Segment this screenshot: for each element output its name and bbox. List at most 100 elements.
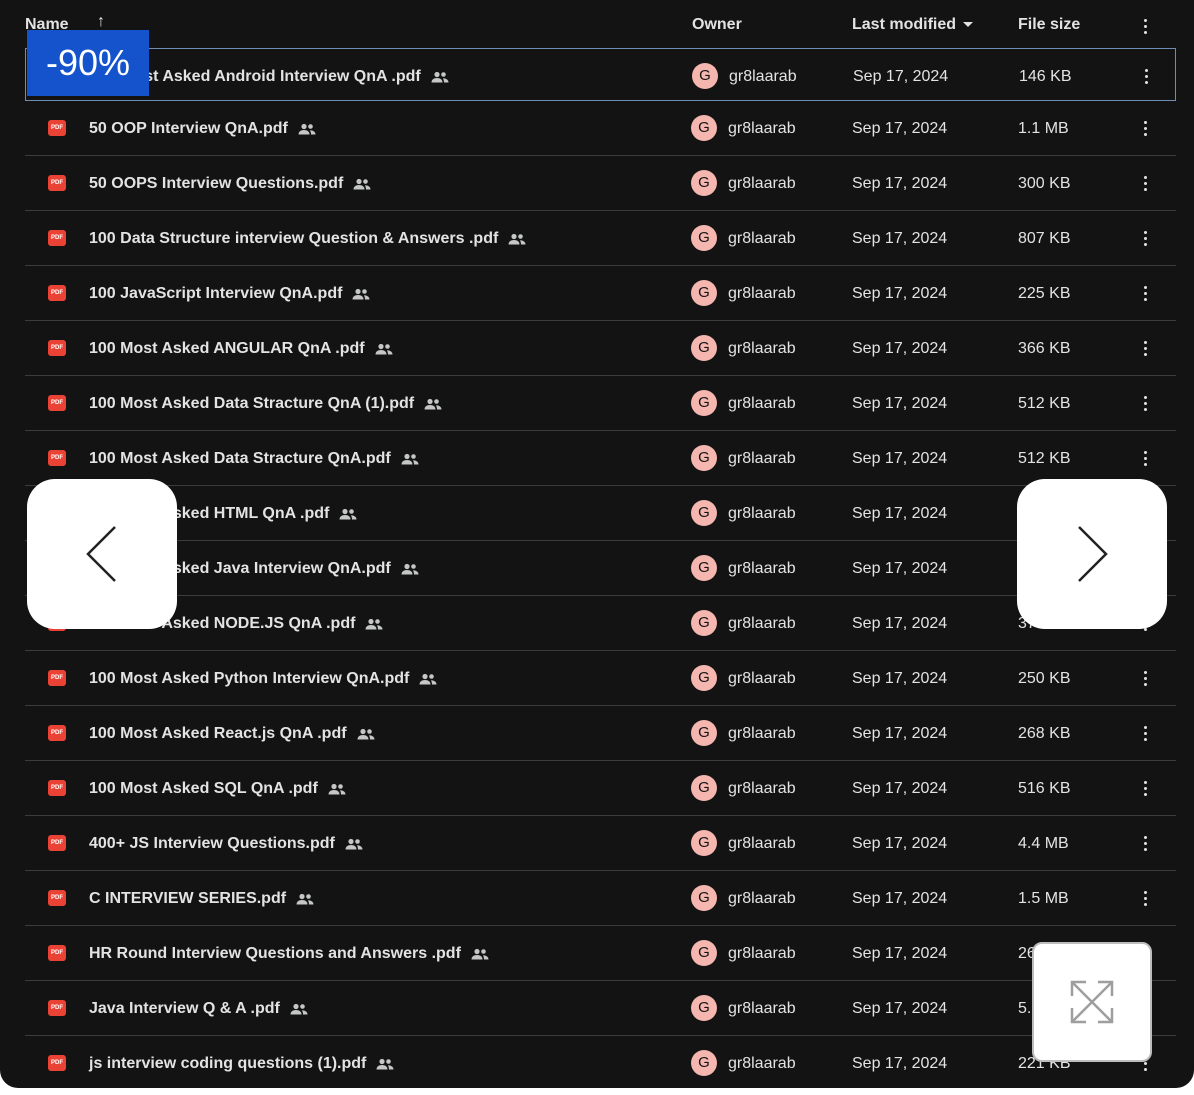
avatar[interactable]: G xyxy=(691,775,717,801)
header-more-vert-icon[interactable] xyxy=(1137,16,1153,36)
file-row[interactable]: PDF 100 Most Asked React.js QnA .pdf G g… xyxy=(25,706,1176,761)
owner-name: gr8laarab xyxy=(728,175,796,192)
file-size: 512 KB xyxy=(1018,395,1071,412)
file-row[interactable]: PDF 100 Most Asked Android Interview QnA… xyxy=(25,48,1176,101)
file-row[interactable]: PDF 100 JavaScript Interview QnA.pdf G g… xyxy=(25,266,1176,321)
avatar[interactable]: G xyxy=(691,610,717,636)
file-row[interactable]: PDF 50 OOP Interview QnA.pdf G gr8laarab… xyxy=(25,101,1176,156)
shared-people-icon xyxy=(508,232,526,250)
more-vert-icon[interactable] xyxy=(1137,723,1153,743)
avatar[interactable]: G xyxy=(691,170,717,196)
avatar[interactable]: G xyxy=(691,390,717,416)
file-row[interactable]: PDF 100 Most Asked Data Stracture QnA.pd… xyxy=(25,431,1176,486)
file-size: 366 KB xyxy=(1018,340,1071,357)
file-size: 5. xyxy=(1018,1000,1032,1017)
column-header-owner[interactable]: Owner xyxy=(692,16,742,34)
last-modified-date: Sep 17, 2024 xyxy=(852,120,948,137)
shared-people-icon xyxy=(296,892,314,910)
owner-name: gr8laarab xyxy=(728,340,796,357)
column-header-file-size[interactable]: File size xyxy=(1018,16,1080,34)
avatar[interactable]: G xyxy=(691,225,717,251)
shared-people-icon xyxy=(376,1057,394,1075)
pdf-icon: PDF xyxy=(48,890,66,906)
pdf-icon: PDF xyxy=(48,725,66,741)
avatar[interactable]: G xyxy=(691,995,717,1021)
avatar[interactable]: G xyxy=(691,1050,717,1076)
file-row[interactable]: PDF 100 Most Asked ANGULAR QnA .pdf G gr… xyxy=(25,321,1176,376)
more-vert-icon[interactable] xyxy=(1137,833,1153,853)
more-vert-icon[interactable] xyxy=(1137,338,1153,358)
avatar[interactable]: G xyxy=(691,335,717,361)
avatar[interactable]: G xyxy=(691,500,717,526)
more-vert-icon[interactable] xyxy=(1137,668,1153,688)
next-button[interactable] xyxy=(1017,479,1167,629)
last-modified-date: Sep 17, 2024 xyxy=(852,450,948,467)
owner-name: gr8laarab xyxy=(728,230,796,247)
more-vert-icon[interactable] xyxy=(1137,228,1153,248)
sort-arrow-icon[interactable]: ↑ xyxy=(97,13,105,31)
file-name-text: 100 Data Structure interview Question & … xyxy=(89,230,499,247)
file-name-text: 100 Most Asked Python Interview QnA.pdf xyxy=(89,670,410,687)
file-row[interactable]: PDF Java Interview Q & A .pdf G gr8laara… xyxy=(25,981,1176,1036)
file-row[interactable]: PDF C INTERVIEW SERIES.pdf G gr8laarab S… xyxy=(25,871,1176,926)
expand-arrows-icon xyxy=(1070,980,1114,1024)
more-vert-icon[interactable] xyxy=(1137,778,1153,798)
file-name: 400+ JS Interview Questions.pdf xyxy=(89,835,363,855)
owner-name: gr8laarab xyxy=(728,945,796,962)
file-name: Java Interview Q & A .pdf xyxy=(89,1000,308,1020)
file-row[interactable]: PDF 50 OOPS Interview Questions.pdf G gr… xyxy=(25,156,1176,211)
more-vert-icon[interactable] xyxy=(1137,888,1153,908)
more-vert-icon[interactable] xyxy=(1137,448,1153,468)
expand-button[interactable] xyxy=(1032,942,1152,1062)
avatar[interactable]: G xyxy=(691,830,717,856)
file-row[interactable]: PDF 100 Most Asked NODE.JS QnA .pdf G gr… xyxy=(25,596,1176,651)
file-row[interactable]: PDF HR Round Interview Questions and Ans… xyxy=(25,926,1176,981)
file-row[interactable]: PDF 100 Most Asked HTML QnA .pdf G gr8la… xyxy=(25,486,1176,541)
file-row[interactable]: PDF 100 Most Asked Data Stracture QnA (1… xyxy=(25,376,1176,431)
file-row[interactable]: PDF 100 Most Asked SQL QnA .pdf G gr8laa… xyxy=(25,761,1176,816)
file-name-text: 100 JavaScript Interview QnA.pdf xyxy=(89,285,343,302)
chevron-left-icon xyxy=(86,526,116,582)
file-size: 146 KB xyxy=(1019,68,1072,85)
more-vert-icon[interactable] xyxy=(1138,66,1154,86)
avatar[interactable]: G xyxy=(691,940,717,966)
file-row[interactable]: PDF 100 Data Structure interview Questio… xyxy=(25,211,1176,266)
more-vert-icon[interactable] xyxy=(1137,393,1153,413)
pdf-icon: PDF xyxy=(48,340,66,356)
owner-name: gr8laarab xyxy=(728,890,796,907)
file-name: HR Round Interview Questions and Answers… xyxy=(89,945,489,965)
pdf-icon: PDF xyxy=(48,230,66,246)
avatar[interactable]: G xyxy=(691,115,717,141)
file-row[interactable]: PDF 100 Most Asked Python Interview QnA.… xyxy=(25,651,1176,706)
file-row[interactable]: PDF 400+ JS Interview Questions.pdf G gr… xyxy=(25,816,1176,871)
file-name: 100 Most Asked ANGULAR QnA .pdf xyxy=(89,340,393,360)
shared-people-icon xyxy=(298,122,316,140)
pdf-icon: PDF xyxy=(48,285,66,301)
column-header-last-modified[interactable]: Last modified xyxy=(852,16,974,34)
pdf-icon: PDF xyxy=(48,1000,66,1016)
pdf-icon: PDF xyxy=(48,670,66,686)
avatar[interactable]: G xyxy=(691,280,717,306)
file-name: 100 Most Asked Python Interview QnA.pdf xyxy=(89,670,437,690)
avatar[interactable]: G xyxy=(692,63,718,89)
more-vert-icon[interactable] xyxy=(1137,173,1153,193)
avatar[interactable]: G xyxy=(691,720,717,746)
previous-button[interactable] xyxy=(27,479,177,629)
file-row[interactable]: PDF js interview coding questions (1).pd… xyxy=(25,1036,1176,1088)
file-size: 1.1 MB xyxy=(1018,120,1069,137)
more-vert-icon[interactable] xyxy=(1137,118,1153,138)
avatar[interactable]: G xyxy=(691,665,717,691)
pdf-icon: PDF xyxy=(48,835,66,851)
owner-name: gr8laarab xyxy=(728,670,796,687)
file-size: 4.4 MB xyxy=(1018,835,1069,852)
last-modified-date: Sep 17, 2024 xyxy=(852,670,948,687)
last-modified-date: Sep 17, 2024 xyxy=(852,1055,948,1072)
file-row[interactable]: PDF 100 Most Asked Java Interview QnA.pd… xyxy=(25,541,1176,596)
more-vert-icon[interactable] xyxy=(1137,283,1153,303)
avatar[interactable]: G xyxy=(691,555,717,581)
avatar[interactable]: G xyxy=(691,885,717,911)
avatar[interactable]: G xyxy=(691,445,717,471)
file-size: 1.5 MB xyxy=(1018,890,1069,907)
file-name-text: 100 Most Asked Data Stracture QnA (1).pd… xyxy=(89,395,415,412)
shared-people-icon xyxy=(290,1002,308,1020)
